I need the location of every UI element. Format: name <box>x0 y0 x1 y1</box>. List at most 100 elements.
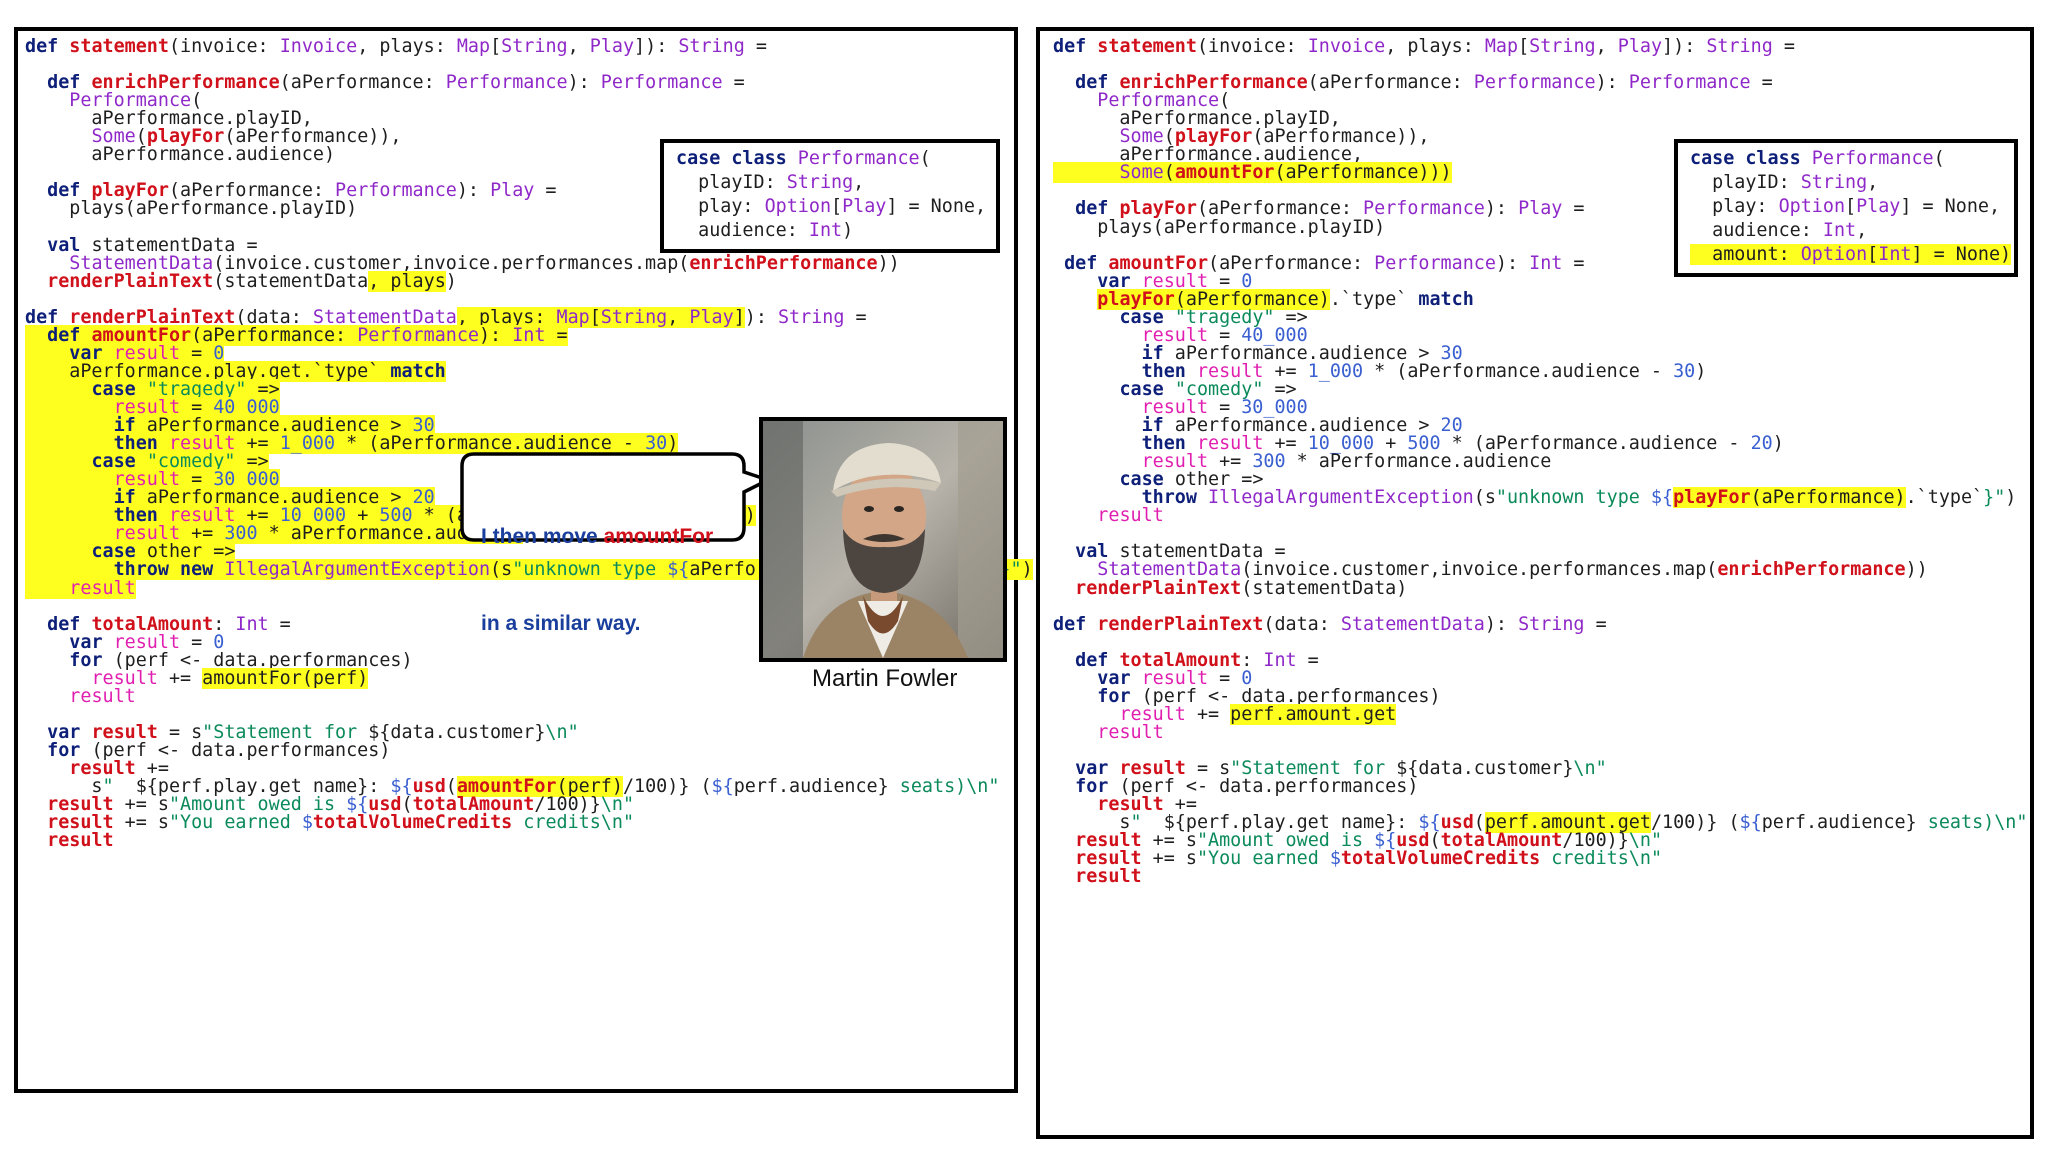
code-token: seats)\n" <box>1916 812 2028 834</box>
code-token: = <box>534 180 557 202</box>
code-token: (statementData) <box>1241 577 1408 599</box>
code-token: match <box>1418 288 1474 310</box>
code-token: credits\n" <box>512 812 635 834</box>
code-token: statement <box>1097 36 1197 57</box>
code-token: playID: <box>676 172 787 193</box>
code-token: 30 <box>645 433 668 455</box>
right-code-line: def renderPlainText(data: StatementData)… <box>1053 613 1607 637</box>
code-token: ) <box>842 220 854 241</box>
code-token: "unknown type <box>1495 487 1651 509</box>
code-token: ${data.customer} <box>1396 758 1574 779</box>
code-token: ( <box>919 148 931 169</box>
code-token: = <box>1562 252 1585 274</box>
code-token: String <box>1706 36 1773 57</box>
code-token: enrichPerformance <box>1717 559 1906 581</box>
code-token: , <box>1867 172 1879 193</box>
code-token: (aPerformance) <box>1750 487 1906 509</box>
code-token: ): <box>1484 198 1519 220</box>
code-token: case class <box>1690 148 1812 169</box>
code-token: Int <box>1822 220 1857 241</box>
code-token: amount: <box>1690 244 1801 265</box>
code-token: statement <box>69 36 169 57</box>
right-code-line: plays(aPerformance.playID) <box>1053 216 1385 240</box>
code-token: ${data.customer} <box>368 721 546 743</box>
code-token: def <box>25 36 70 57</box>
left-code-line: plays(aPerformance.playID) <box>25 197 357 221</box>
code-token: match <box>390 360 446 382</box>
left-code-line: result += s"You earned $totalVolumeCredi… <box>25 811 634 835</box>
code-token: ) <box>1695 360 1707 382</box>
code-token: result <box>1075 866 1142 888</box>
right-code-line: result <box>1053 865 1142 889</box>
code-token: Option <box>764 196 832 217</box>
code-token: (data: <box>1263 613 1341 635</box>
code-token: 1_000 <box>1307 360 1364 382</box>
code-token: totalVolumeCredits <box>1340 848 1541 870</box>
left-code-line: result <box>25 685 135 709</box>
code-token: ): <box>1595 72 1629 94</box>
code-token: seats)\n" <box>888 776 1000 798</box>
code-token: Map <box>1484 36 1519 57</box>
portrait-illustration <box>763 421 1003 658</box>
code-token <box>1053 162 1120 184</box>
code-token: Int <box>1529 252 1563 274</box>
code-token: Performance <box>357 324 479 346</box>
right-code-line: Some(amountFor(aPerformance))) <box>1053 161 1452 185</box>
code-token: String <box>786 172 854 193</box>
left-code-panel: def statement(invoice: Invoice, plays: M… <box>14 27 1033 1093</box>
code-token: \n" <box>1573 758 1607 779</box>
right-code-line: throw IllegalArgumentException(s"unknown… <box>1053 486 2016 510</box>
case-class-line: play: Option[Play] = None, <box>676 195 986 219</box>
martin-fowler-photo <box>759 417 1007 662</box>
code-token: ) <box>1772 433 1784 455</box>
code-token: Int <box>235 613 269 635</box>
code-token: ] = None, <box>1900 196 2001 217</box>
code-token: String <box>1800 172 1868 193</box>
code-token: Performance <box>1473 72 1596 94</box>
case-class-line: amount: Option[Int] = None) <box>1690 243 2012 267</box>
code-token: 20 <box>1750 433 1773 455</box>
code-token: , <box>1856 220 1868 241</box>
code-token: [ <box>1845 196 1857 217</box>
code-token: amountFor(perf) <box>202 667 369 689</box>
code-token: ] <box>733 306 745 328</box>
code-token: ${ <box>1739 812 1762 834</box>
code-token: Invoice <box>1307 36 1386 57</box>
case-class-line: playID: String, <box>676 171 864 195</box>
code-token: result <box>1097 505 1164 527</box>
code-token: Performance <box>445 72 568 94</box>
code-token: [ <box>831 196 843 217</box>
code-token: plays(aPerformance.playID) <box>1053 216 1386 238</box>
code-token: Play <box>689 306 734 328</box>
right-code-line: result += s"You earned $totalVolumeCredi… <box>1053 847 1662 871</box>
code-token: String <box>600 306 668 328</box>
code-token: "You earned <box>168 812 302 834</box>
code-token: amountFor <box>1174 162 1275 184</box>
code-token: Play <box>490 180 535 202</box>
code-token: Option <box>1800 244 1868 265</box>
code-token: ): <box>456 180 491 202</box>
code-token: Performance <box>1811 148 1934 169</box>
code-token: play: <box>1690 196 1779 217</box>
code-token: = <box>545 324 568 346</box>
code-token: , <box>567 36 590 57</box>
code-token: Play <box>589 36 635 57</box>
code-token: Performance <box>600 72 723 94</box>
code-token: String <box>1518 613 1585 635</box>
code-token: += <box>1185 703 1231 725</box>
right-code-line: result <box>1053 504 1164 528</box>
code-token: (aPerformance: <box>1307 72 1474 94</box>
code-token: (aPerformance))) <box>1274 162 1452 184</box>
code-token: String <box>501 36 568 57</box>
case-class-line: audience: Int) <box>676 219 853 243</box>
code-token: .`type` <box>1905 487 1984 509</box>
code-token: totalVolumeCredits <box>312 812 513 834</box>
code-token: result <box>47 830 114 852</box>
code-token: Int <box>1263 649 1297 671</box>
case-class-line: play: Option[Play] = None, <box>1690 195 2000 219</box>
code-token: ( <box>1163 162 1175 184</box>
code-token: ]): <box>1662 36 1707 57</box>
code-token: Play <box>1518 198 1563 220</box>
